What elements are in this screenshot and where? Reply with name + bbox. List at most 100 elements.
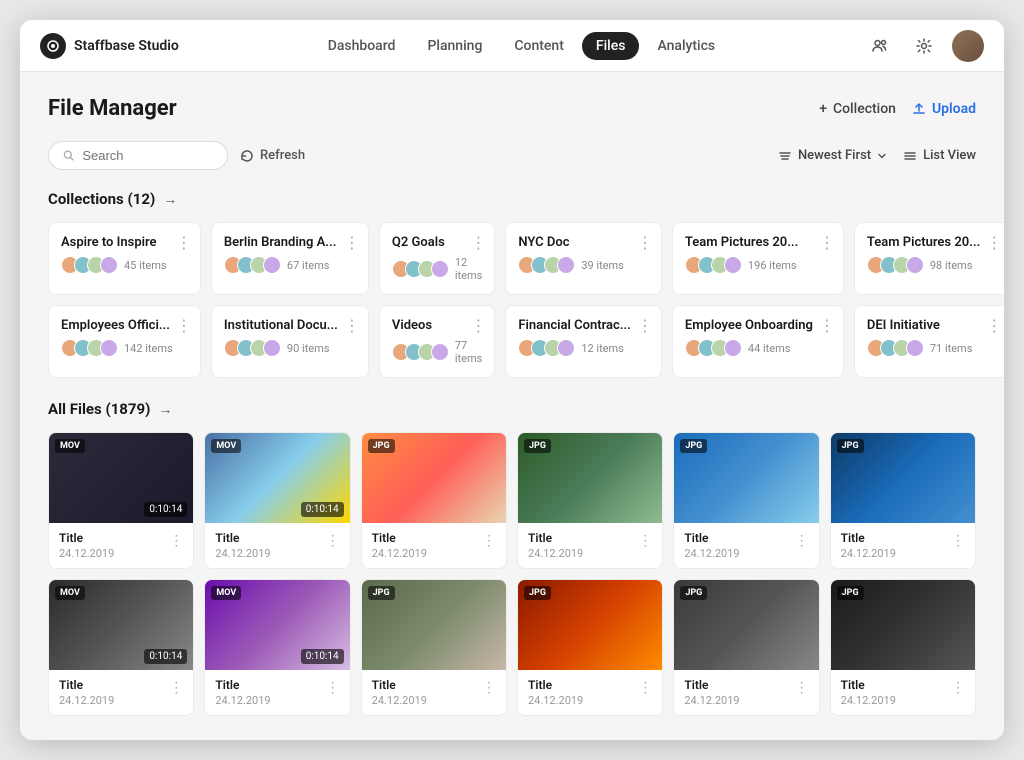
file-card[interactable]: JPG Title 24.12.2019 ⋮ (517, 432, 663, 569)
collection-card[interactable]: Berlin Branding A... 67 items ⋮ (211, 222, 369, 295)
file-menu-button[interactable]: ⋮ (951, 680, 965, 696)
files-grid: MOV 0:10:14 Title 24.12.2019 ⋮ MOV 0:10:… (48, 432, 976, 716)
new-collection-button[interactable]: + Collection (819, 101, 896, 117)
collection-card[interactable]: Aspire to Inspire 45 items ⋮ (48, 222, 201, 295)
collection-meta: 71 items (867, 339, 998, 357)
collection-card[interactable]: Team Pictures 20... 98 items ⋮ (854, 222, 1004, 295)
settings-icon[interactable] (908, 30, 940, 62)
collection-menu-button[interactable]: ⋮ (819, 233, 835, 252)
file-info: Title 24.12.2019 ⋮ (831, 523, 975, 568)
search-input[interactable] (82, 148, 213, 163)
refresh-button[interactable]: Refresh (240, 148, 305, 163)
collection-card[interactable]: Institutional Docu... 90 items ⋮ (211, 305, 369, 378)
file-title: Title (59, 678, 114, 692)
file-card[interactable]: MOV 0:10:14 Title 24.12.2019 ⋮ (48, 432, 194, 569)
nav-planning[interactable]: Planning (413, 32, 496, 60)
collection-count: 142 items (124, 342, 173, 355)
file-thumbnail: JPG (362, 580, 506, 670)
file-format-badge: MOV (211, 586, 241, 600)
collection-card[interactable]: Team Pictures 20... 196 items ⋮ (672, 222, 844, 295)
collection-name: Employee Onboarding (685, 318, 831, 333)
file-card[interactable]: JPG Title 24.12.2019 ⋮ (517, 579, 663, 716)
file-menu-button[interactable]: ⋮ (169, 533, 183, 549)
file-menu-button[interactable]: ⋮ (795, 680, 809, 696)
file-details: Title 24.12.2019 (841, 531, 896, 560)
collection-menu-button[interactable]: ⋮ (986, 316, 1002, 335)
collection-name: Videos (392, 318, 482, 333)
file-card[interactable]: JPG Title 24.12.2019 ⋮ (673, 579, 819, 716)
collection-menu-button[interactable]: ⋮ (986, 233, 1002, 252)
file-menu-button[interactable]: ⋮ (482, 533, 496, 549)
collection-card[interactable]: NYC Doc 39 items ⋮ (505, 222, 662, 295)
nav-analytics[interactable]: Analytics (643, 32, 729, 60)
file-title: Title (528, 678, 583, 692)
collection-menu-button[interactable]: ⋮ (819, 316, 835, 335)
file-date: 24.12.2019 (372, 547, 427, 560)
collection-menu-button[interactable]: ⋮ (470, 316, 486, 335)
file-info: Title 24.12.2019 ⋮ (205, 523, 349, 568)
upload-button[interactable]: Upload (912, 101, 976, 117)
file-menu-button[interactable]: ⋮ (951, 533, 965, 549)
collection-card[interactable]: Q2 Goals 12 items ⋮ (379, 222, 495, 295)
logo-icon (40, 33, 66, 59)
collection-menu-button[interactable]: ⋮ (637, 233, 653, 252)
file-title: Title (59, 531, 114, 545)
file-date: 24.12.2019 (684, 694, 739, 707)
file-card[interactable]: MOV 0:10:14 Title 24.12.2019 ⋮ (204, 432, 350, 569)
avatar-stack (392, 260, 449, 278)
collection-menu-button[interactable]: ⋮ (470, 233, 486, 252)
file-menu-button[interactable]: ⋮ (638, 680, 652, 696)
file-card[interactable]: MOV 0:10:14 Title 24.12.2019 ⋮ (48, 579, 194, 716)
refresh-icon (240, 149, 254, 163)
sort-button[interactable]: Newest First (778, 148, 887, 163)
collection-menu-button[interactable]: ⋮ (344, 233, 360, 252)
user-avatar[interactable] (952, 30, 984, 62)
collection-meta: 196 items (685, 256, 831, 274)
file-menu-button[interactable]: ⋮ (638, 533, 652, 549)
files-arrow[interactable]: → (158, 401, 172, 418)
collection-card[interactable]: DEI Initiative 71 items ⋮ (854, 305, 1004, 378)
file-menu-button[interactable]: ⋮ (795, 533, 809, 549)
collection-menu-button[interactable]: ⋮ (637, 316, 653, 335)
file-details: Title 24.12.2019 (528, 531, 583, 560)
file-card[interactable]: MOV 0:10:14 Title 24.12.2019 ⋮ (204, 579, 350, 716)
search-box[interactable] (48, 141, 228, 170)
collections-arrow[interactable]: → (163, 191, 177, 208)
file-card[interactable]: JPG Title 24.12.2019 ⋮ (673, 432, 819, 569)
collection-card[interactable]: Financial Contrac... 12 items ⋮ (505, 305, 662, 378)
collection-menu-button[interactable]: ⋮ (176, 233, 192, 252)
file-thumbnail: JPG (362, 433, 506, 523)
app-window: Staffbase Studio Dashboard Planning Cont… (20, 20, 1004, 740)
app-name: Staffbase Studio (74, 38, 179, 54)
file-format-badge: JPG (837, 586, 864, 600)
file-card[interactable]: JPG Title 24.12.2019 ⋮ (361, 579, 507, 716)
collection-menu-button[interactable]: ⋮ (344, 316, 360, 335)
collection-meta: 142 items (61, 339, 188, 357)
collection-name: DEI Initiative (867, 318, 998, 333)
nav-content[interactable]: Content (500, 32, 578, 60)
collection-menu-button[interactable]: ⋮ (176, 316, 192, 335)
avatar-stack (867, 339, 924, 357)
file-card[interactable]: JPG Title 24.12.2019 ⋮ (361, 432, 507, 569)
file-date: 24.12.2019 (841, 547, 896, 560)
people-icon[interactable] (864, 30, 896, 62)
collection-meta: 77 items (392, 339, 482, 365)
file-card[interactable]: JPG Title 24.12.2019 ⋮ (830, 432, 976, 569)
file-menu-button[interactable]: ⋮ (482, 680, 496, 696)
collection-card[interactable]: Employees Offici... 142 items ⋮ (48, 305, 201, 378)
file-menu-button[interactable]: ⋮ (326, 680, 340, 696)
nav-files[interactable]: Files (582, 32, 640, 60)
file-title: Title (684, 531, 739, 545)
file-title: Title (372, 678, 427, 692)
logo[interactable]: Staffbase Studio (40, 33, 179, 59)
file-card[interactable]: JPG Title 24.12.2019 ⋮ (830, 579, 976, 716)
file-date: 24.12.2019 (841, 694, 896, 707)
view-toggle-button[interactable]: List View (903, 148, 976, 163)
collection-name: Employees Offici... (61, 318, 188, 333)
collection-card[interactable]: Videos 77 items ⋮ (379, 305, 495, 378)
collection-card[interactable]: Employee Onboarding 44 items ⋮ (672, 305, 844, 378)
file-menu-button[interactable]: ⋮ (326, 533, 340, 549)
file-format-badge: JPG (368, 586, 395, 600)
file-menu-button[interactable]: ⋮ (169, 680, 183, 696)
nav-dashboard[interactable]: Dashboard (314, 32, 410, 60)
